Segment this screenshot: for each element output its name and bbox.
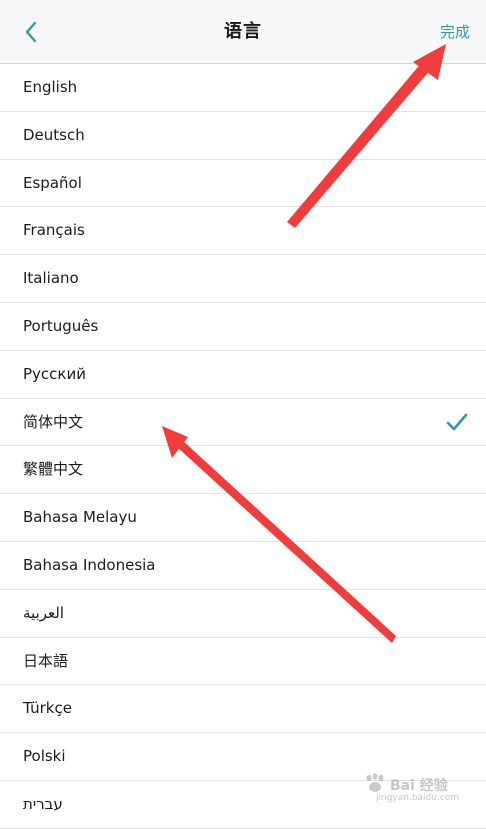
language-item-japanese[interactable]: 日本語	[0, 638, 486, 686]
language-label: العربية	[23, 603, 64, 622]
language-item-simplified-chinese[interactable]: 简体中文	[0, 399, 486, 447]
page-title: 语言	[224, 21, 262, 42]
language-label: 简体中文	[23, 412, 84, 431]
language-label: Русский	[23, 364, 86, 383]
language-item-bahasa-indonesia[interactable]: Bahasa Indonesia	[0, 542, 486, 590]
language-label: Türkçe	[23, 699, 72, 718]
language-list: English Deutsch Español Français Italian…	[0, 64, 486, 829]
language-label: English	[23, 78, 78, 96]
language-item-traditional-chinese[interactable]: 繁體中文	[0, 446, 486, 495]
language-label: Polski	[23, 747, 66, 766]
language-label: 繁體中文	[23, 460, 84, 479]
paw-logo-icon	[366, 773, 384, 792]
language-item-portugues[interactable]: Português	[0, 303, 486, 351]
language-item-english[interactable]: English	[0, 64, 486, 112]
language-label: Français	[23, 221, 85, 240]
language-item-turkce[interactable]: Türkçe	[0, 685, 486, 734]
language-label: Bahasa Indonesia	[23, 555, 156, 574]
watermark-text: Bai 经验	[390, 778, 448, 794]
language-item-espanol[interactable]: Español	[0, 160, 486, 208]
language-item-bahasa-melayu[interactable]: Bahasa Melayu	[0, 494, 486, 542]
watermark-url: jingyan.baidu.com	[376, 793, 460, 803]
language-item-deutsch[interactable]: Deutsch	[0, 112, 486, 160]
language-label: Italiano	[23, 269, 79, 288]
done-button[interactable]: 完成	[440, 0, 470, 64]
language-label: Bahasa Melayu	[23, 508, 137, 527]
checkmark-icon	[446, 413, 468, 430]
watermark: Bai 经验 jingyan.baidu.com	[362, 773, 462, 809]
language-label: עברית	[23, 794, 63, 813]
language-item-arabic[interactable]: العربية	[0, 590, 486, 638]
language-label: Deutsch	[23, 125, 85, 144]
language-label: Español	[23, 173, 82, 192]
language-item-francais[interactable]: Français	[0, 207, 486, 256]
language-item-russian[interactable]: Русский	[0, 351, 486, 399]
navigation-bar: 语言 完成	[0, 0, 486, 64]
language-label: Português	[23, 316, 99, 335]
language-label: 日本語	[23, 651, 69, 670]
language-item-italiano[interactable]: Italiano	[0, 255, 486, 303]
